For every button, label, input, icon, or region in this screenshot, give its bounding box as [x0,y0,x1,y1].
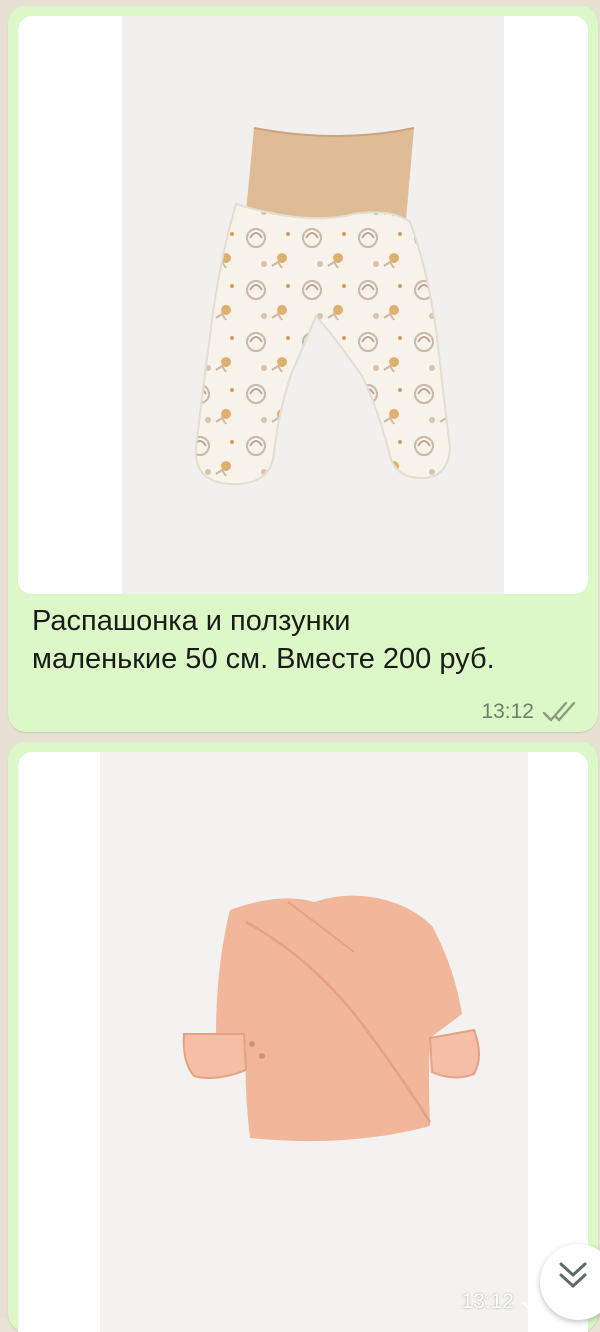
caption-line-1: Распашонка и ползунки [32,605,351,637]
message-bubble[interactable]: Распашонка и ползунки маленькие 50 см. В… [8,6,598,732]
caption-line-2: маленькие 50 см. Вместе 200 руб. [32,643,495,675]
message-time: 13:12 [481,700,534,723]
baby-shirt-image [182,895,480,1142]
baby-pants-image [194,127,452,486]
message-caption: Распашонка и ползунки маленькие 50 см. В… [32,602,582,678]
message-photo[interactable] [18,752,588,1332]
message-bubble[interactable]: 13:12 [8,742,598,1332]
chevron-double-down-icon [559,1262,587,1288]
double-check-icon [542,701,576,722]
message-photo[interactable] [18,16,588,594]
message-meta: 13:12 [481,700,580,724]
message-time: 13:12 [461,1290,514,1313]
